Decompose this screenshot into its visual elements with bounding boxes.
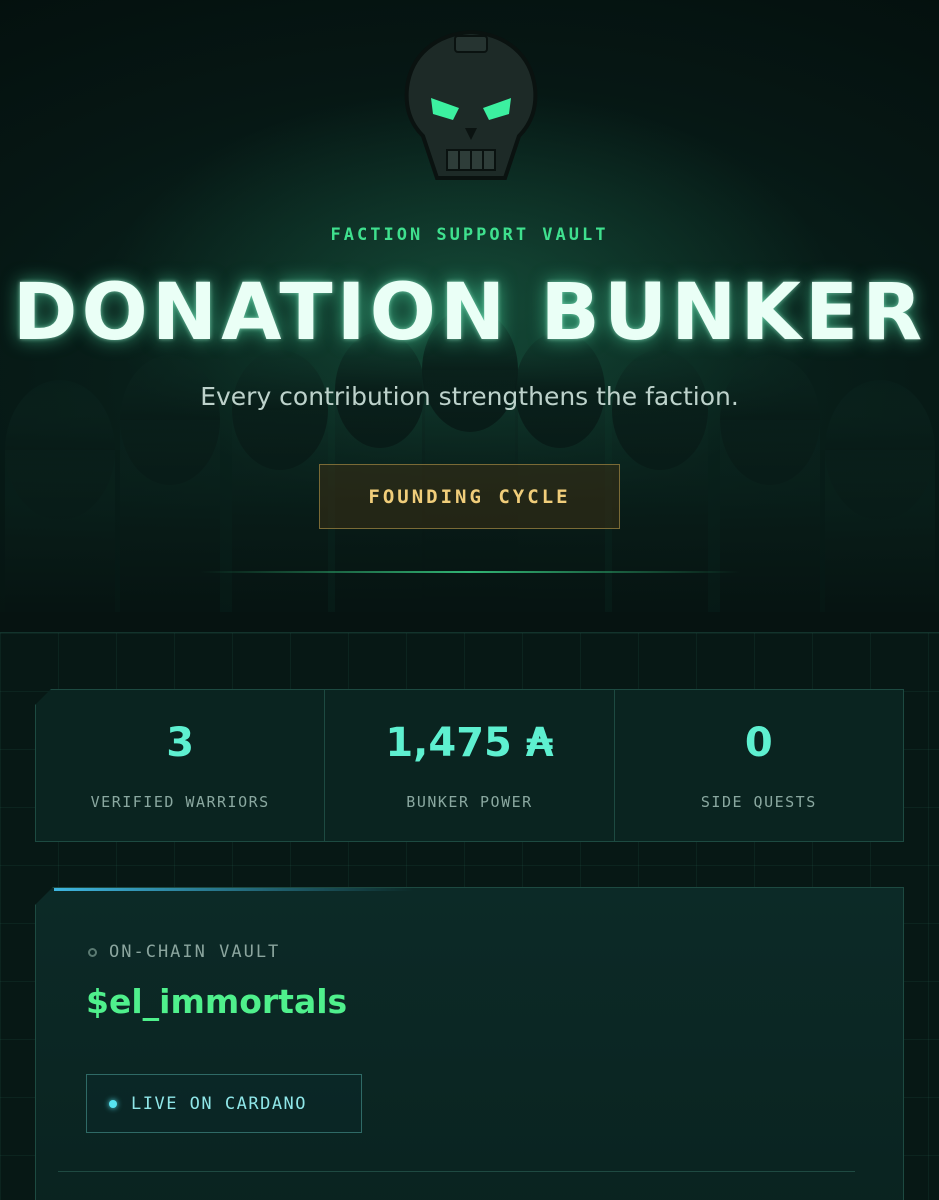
- page-subtitle: Every contribution strengthens the facti…: [200, 382, 739, 411]
- page-title: DONATION BUNKER: [12, 268, 927, 358]
- stat-label: BUNKER POWER: [406, 793, 533, 811]
- live-badge-label: LIVE ON CARDANO: [131, 1093, 308, 1114]
- stat-value: 3: [166, 720, 195, 766]
- stat-side-quests: 0 SIDE QUESTS: [613, 690, 903, 841]
- stat-bunker-power: 1,475 ₳ BUNKER POWER: [324, 690, 613, 841]
- live-dot-icon: [109, 1099, 117, 1108]
- skull-icon: [404, 29, 538, 180]
- hero-divider: [200, 571, 740, 573]
- vault-tag-label: ON-CHAIN VAULT: [109, 942, 281, 962]
- vault-handle[interactable]: $el_immortals: [86, 982, 347, 1021]
- eyebrow-label: FACTION SUPPORT VAULT: [330, 225, 609, 245]
- stat-value: 0: [744, 720, 773, 766]
- hero-section: FACTION SUPPORT VAULT DONATION BUNKER Ev…: [0, 0, 939, 612]
- vault-accent-line: [54, 888, 414, 891]
- founding-cycle-button[interactable]: FOUNDING CYCLE: [319, 464, 620, 529]
- stat-verified-warriors: 3 VERIFIED WARRIORS: [36, 690, 324, 841]
- vault-card: ON-CHAIN VAULT $el_immortals LIVE ON CAR…: [35, 887, 904, 1200]
- vault-divider: [58, 1171, 855, 1172]
- dot-icon: [88, 947, 97, 957]
- stat-label: SIDE QUESTS: [700, 793, 817, 811]
- live-status-badge: LIVE ON CARDANO: [86, 1074, 362, 1133]
- stat-value: 1,475 ₳: [385, 720, 554, 766]
- stats-panel: 3 VERIFIED WARRIORS 1,475 ₳ BUNKER POWER…: [35, 689, 904, 842]
- stat-label: VERIFIED WARRIORS: [90, 793, 270, 811]
- vault-tag: ON-CHAIN VAULT: [88, 942, 280, 962]
